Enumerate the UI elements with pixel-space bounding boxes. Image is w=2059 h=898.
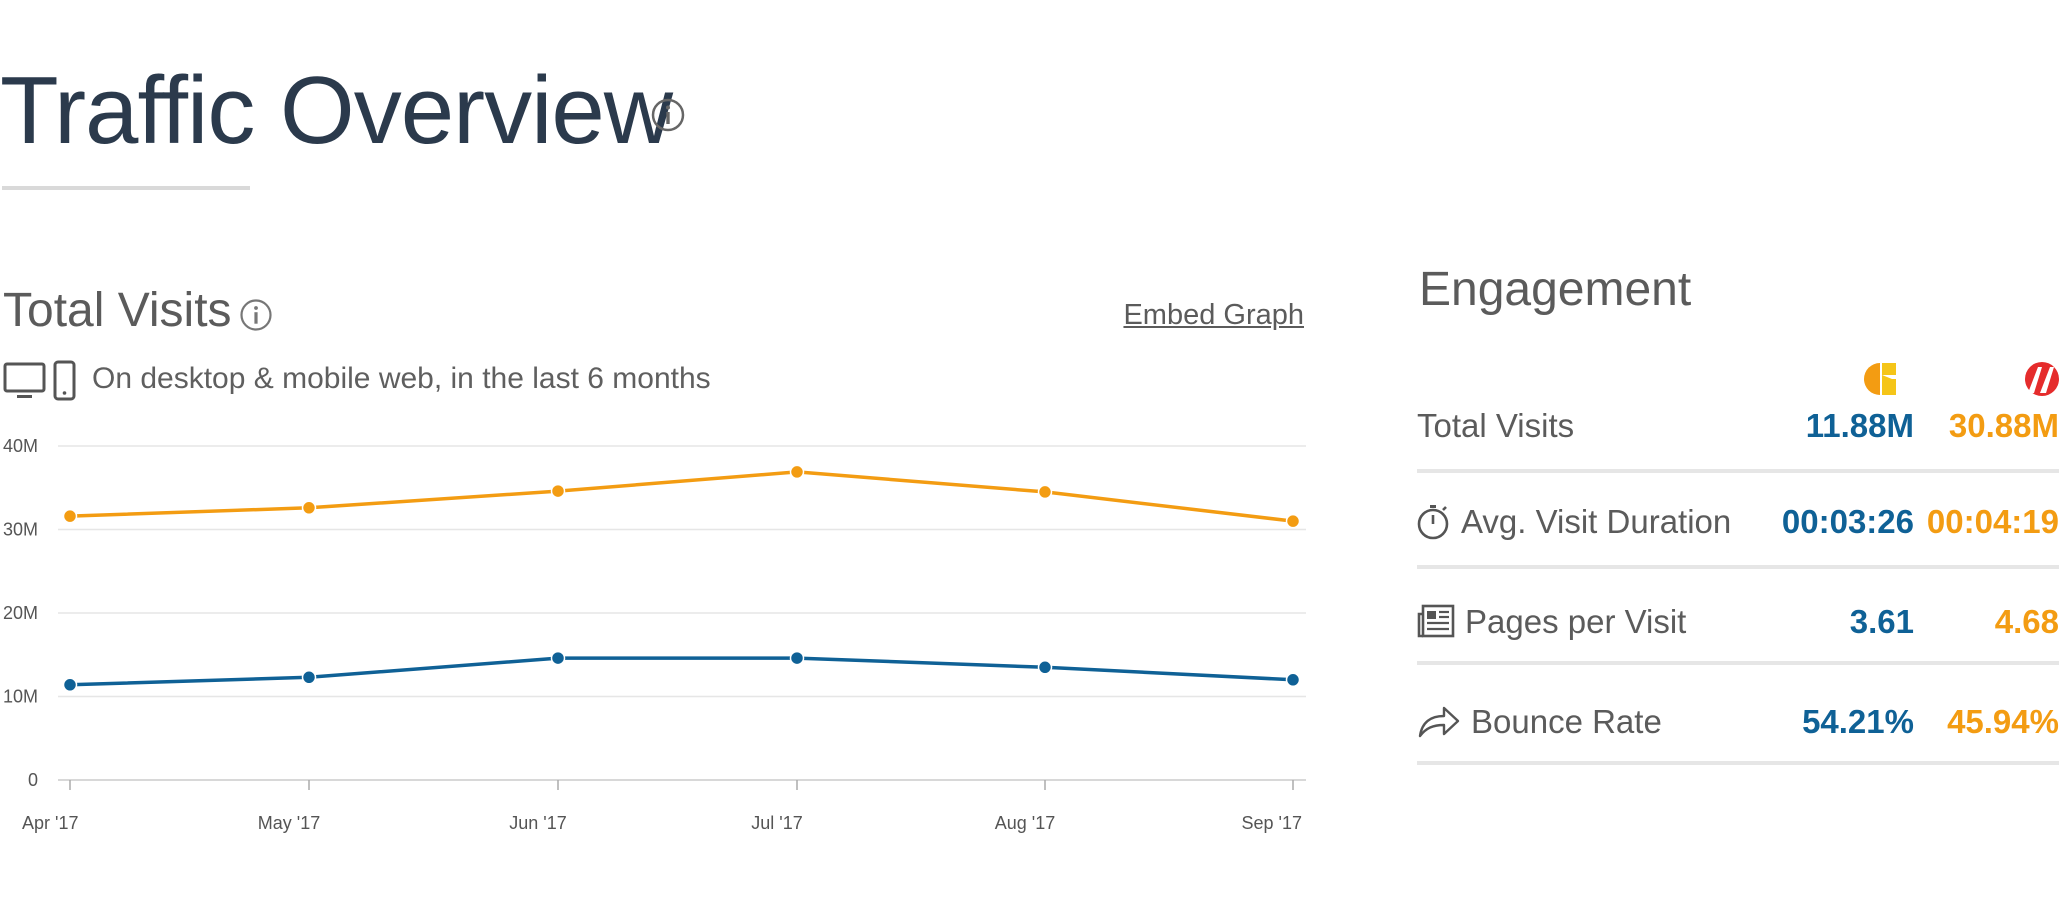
site2-value: 00:04:19 <box>1926 503 2059 540</box>
engagement-row-pages-per-visit: Pages per Visit 3.61 4.68 <box>1417 569 2059 665</box>
x-tick-label: Sep '17 <box>1242 813 1303 833</box>
engagement-row-bounce-rate: Bounce Rate 54.21% 45.94% <box>1417 669 2059 765</box>
x-tick-label: Aug '17 <box>995 813 1056 833</box>
y-tick-label: 0 <box>28 770 38 790</box>
y-tick-label: 10M <box>3 687 38 707</box>
data-point <box>1285 672 1301 688</box>
data-point <box>1037 484 1053 500</box>
data-point <box>1285 513 1301 529</box>
page-title: Traffic Overview <box>0 56 673 166</box>
x-tick-label: Jul '17 <box>751 813 802 833</box>
engagement-label: Avg. Visit Duration <box>1417 503 1731 541</box>
data-point <box>789 650 805 666</box>
site1-value: 00:03:26 <box>1781 503 1914 540</box>
series-line-2 <box>69 656 1294 687</box>
engagement-label: Pages per Visit <box>1417 603 1686 641</box>
x-tick-label: May '17 <box>258 813 320 833</box>
total-visits-info-icon[interactable] <box>239 298 273 332</box>
desktop-icon <box>3 362 46 398</box>
mobile-icon <box>53 360 76 401</box>
site2-value: 45.94% <box>1947 703 2059 740</box>
y-tick-label: 30M <box>3 520 38 540</box>
data-point <box>62 508 78 524</box>
data-point <box>550 650 566 666</box>
site2-value: 4.68 <box>1994 603 2059 640</box>
data-point <box>301 500 317 516</box>
data-point <box>550 483 566 499</box>
page-title-text: Traffic Overview <box>0 57 673 164</box>
info-icon[interactable] <box>650 97 686 133</box>
engagement-label-text: Total Visits <box>1417 407 1575 444</box>
engagement-label-text: Bounce Rate <box>1471 703 1662 740</box>
engagement-row-avg-visit-duration: Avg. Visit Duration 00:03:26 00:04:19 <box>1417 473 2059 569</box>
data-point <box>1037 660 1053 675</box>
series-line-1 <box>69 470 1294 523</box>
engagement-label-text: Pages per Visit <box>1465 603 1687 640</box>
y-tick-label: 20M <box>3 603 38 623</box>
engagement-label: Bounce Rate <box>1417 703 1662 741</box>
engagement-label-text: Avg. Visit Duration <box>1461 503 1732 540</box>
x-tick-label: Apr '17 <box>22 813 78 833</box>
share-arrow-icon <box>1418 706 1460 738</box>
site1-value: 3.61 <box>1849 603 1914 640</box>
site1-value: 54.21% <box>1802 703 1914 740</box>
newspaper-icon <box>1417 604 1455 638</box>
data-point <box>301 670 317 685</box>
chart-subtitle: On desktop & mobile web, in the last 6 m… <box>92 362 711 395</box>
engagement-title: Engagement <box>1419 263 1692 316</box>
y-tick-label: 40M <box>3 436 38 456</box>
engagement-row-total-visits: Total Visits 11.88M 30.88M <box>1417 377 2059 473</box>
site2-value: 30.88M <box>1948 407 2059 444</box>
site1-value: 11.88M <box>1805 407 1914 444</box>
data-point <box>62 677 78 693</box>
title-underline <box>2 186 250 190</box>
embed-graph-link[interactable]: Embed Graph <box>1123 299 1304 332</box>
stopwatch-icon <box>1417 505 1449 540</box>
total-visits-title: Total Visits <box>3 284 232 337</box>
total-visits-chart: 0 10M 20M 30M 40M Apr '17 May '17 Jun '17 Jul '1… <box>3 436 1306 833</box>
engagement-label: Total Visits <box>1417 407 1574 445</box>
data-point <box>789 464 805 480</box>
x-tick-label: Jun '17 <box>509 813 566 833</box>
